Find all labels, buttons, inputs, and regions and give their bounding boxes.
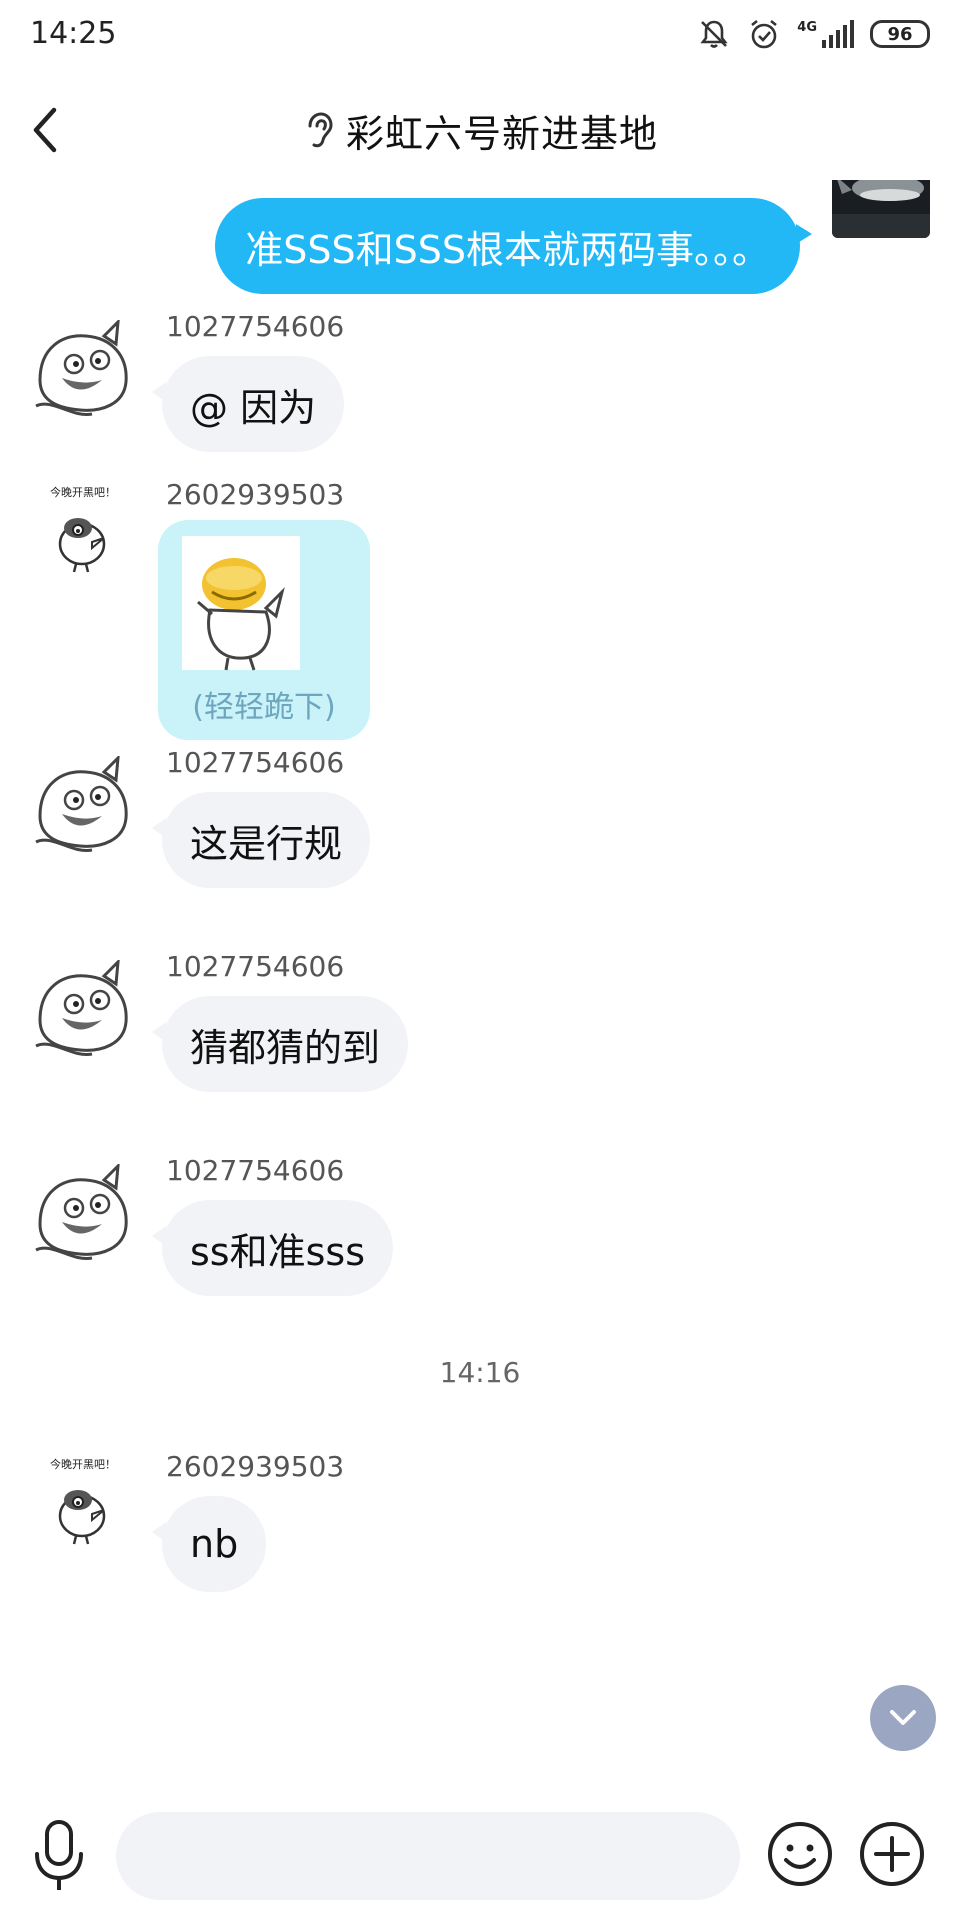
more-button[interactable]	[858, 1820, 926, 1888]
time-divider: 14:16	[439, 1356, 521, 1389]
status-bar: 14:25 4G 96	[0, 0, 960, 70]
sender-id: 2602939503	[166, 1450, 345, 1483]
message-incoming: 1027754606 ss和准sss	[0, 1154, 960, 1304]
message-outgoing: 1137045034 准SSS和SSS根本就两码事。。。	[0, 180, 960, 308]
chat-title: 彩虹六号新进基地	[345, 111, 658, 156]
status-icons: 4G 96	[697, 14, 930, 54]
message-incoming: 1027754606 这是行规	[0, 746, 960, 896]
voice-button[interactable]	[28, 1816, 90, 1896]
message-bubble[interactable]: nb	[151, 1496, 267, 1592]
sender-id: 1027754606	[166, 1154, 345, 1187]
message-incoming: 1027754606 猜都猜的到	[0, 950, 960, 1100]
ear-icon	[308, 112, 333, 148]
plus-icon	[860, 1822, 924, 1886]
chat-messages[interactable]: 1137045034 准SSS和SSS根本就两码事。。。 1027754606 …	[0, 180, 960, 1795]
avatar[interactable]	[832, 180, 930, 238]
network-type: 4G	[797, 20, 817, 35]
avatar-caption: 今晚开黑吧！	[50, 1458, 116, 1471]
message-bubble[interactable]: @ 因为	[151, 356, 345, 452]
avatar[interactable]	[32, 960, 134, 1062]
sender-id: 1137045034	[610, 180, 788, 181]
chat-header: 彩虹六号新进基地	[0, 70, 960, 190]
chevron-down-icon	[890, 1710, 916, 1725]
avatar[interactable]	[32, 1164, 134, 1266]
message-bubble[interactable]: 猜都猜的到	[151, 996, 409, 1092]
alarm-icon	[747, 17, 781, 51]
avatar[interactable]: 今晚开黑吧！	[32, 1450, 134, 1552]
avatar[interactable]	[32, 756, 134, 858]
scroll-to-bottom-button[interactable]	[870, 1685, 936, 1751]
avatar-caption: 今晚开黑吧！	[50, 486, 116, 499]
emoji-button[interactable]	[766, 1820, 834, 1888]
message-bubble[interactable]: ss和准sss	[152, 1200, 393, 1296]
microphone-icon	[35, 1820, 83, 1890]
sticker-caption: (轻轻跪下)	[192, 690, 336, 725]
sender-id: 2602939503	[166, 478, 345, 511]
avatar[interactable]	[32, 320, 134, 422]
message-incoming: 今晚开黑吧！ 2602939503 (轻轻跪下)	[0, 478, 960, 740]
message-incoming: 1027754606 @ 因为	[0, 310, 960, 460]
status-time: 14:25	[30, 16, 117, 51]
message-input[interactable]	[116, 1812, 740, 1900]
sticker-image	[182, 536, 300, 671]
battery-icon: 96	[870, 20, 930, 48]
sender-id: 1027754606	[166, 310, 345, 343]
signal-icon: 4G	[797, 20, 854, 48]
sticker-message[interactable]: (轻轻跪下)	[158, 520, 370, 740]
message-bubble[interactable]: 准SSS和SSS根本就两码事。。。	[215, 198, 812, 294]
chat-title-area[interactable]: 彩虹六号新进基地	[0, 100, 960, 160]
avatar[interactable]: 今晚开黑吧！	[32, 478, 134, 580]
input-bar	[0, 1800, 960, 1920]
message-bubble[interactable]: 这是行规	[151, 792, 371, 888]
mute-icon	[697, 17, 731, 51]
sender-id: 1027754606	[166, 950, 345, 983]
sender-id: 1027754606	[166, 746, 345, 779]
message-incoming: 今晚开黑吧！ 2602939503 nb	[0, 1450, 960, 1600]
emoji-icon	[768, 1822, 832, 1886]
